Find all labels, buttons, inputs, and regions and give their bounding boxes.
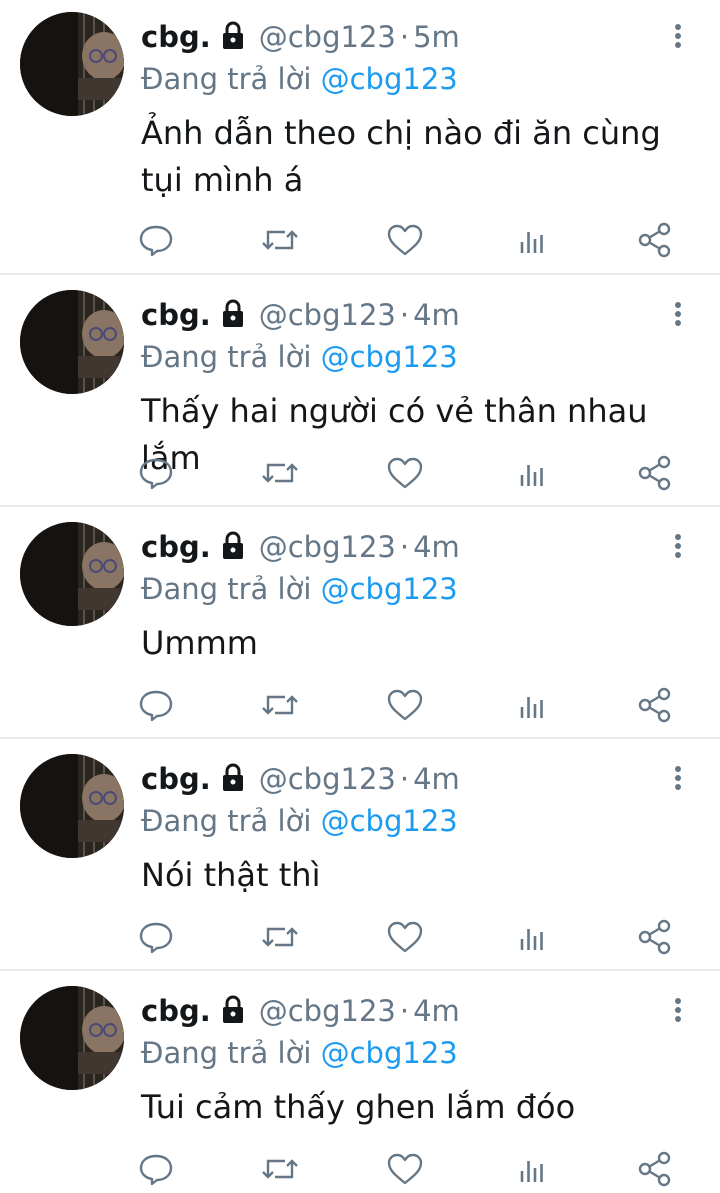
timestamp[interactable]: 5m bbox=[413, 20, 460, 54]
reply-prefix: Đang trả lời bbox=[141, 572, 312, 606]
share-icon[interactable] bbox=[633, 451, 677, 495]
lock-icon bbox=[217, 761, 249, 793]
timestamp[interactable]: 4m bbox=[413, 762, 460, 796]
tweet-header: cbg. @cbg123 · 5m bbox=[141, 17, 460, 57]
retweet-icon[interactable] bbox=[258, 451, 302, 495]
tweet-text: Ummm bbox=[141, 624, 258, 662]
tweet-actions bbox=[0, 451, 720, 497]
heart-icon[interactable] bbox=[383, 1147, 427, 1191]
reply-mention[interactable]: @cbg123 bbox=[321, 62, 458, 96]
separator: · bbox=[399, 994, 410, 1028]
share-icon[interactable] bbox=[633, 915, 677, 959]
reply-context: Đang trả lời @cbg123 bbox=[141, 336, 458, 378]
timestamp[interactable]: 4m bbox=[413, 530, 460, 564]
retweet-icon[interactable] bbox=[258, 1147, 302, 1191]
tweet-actions bbox=[0, 683, 720, 729]
heart-icon[interactable] bbox=[383, 683, 427, 727]
avatar[interactable] bbox=[20, 12, 124, 116]
handle[interactable]: @cbg123 bbox=[259, 994, 396, 1028]
handle[interactable]: @cbg123 bbox=[259, 762, 396, 796]
analytics-icon[interactable] bbox=[509, 915, 553, 959]
reply-icon[interactable] bbox=[134, 915, 178, 959]
more-vertical-icon[interactable] bbox=[664, 532, 692, 560]
tweet-text: Ảnh dẫn theo chị nào đi ăn cùng tụi mình… bbox=[141, 114, 661, 199]
retweet-icon[interactable] bbox=[258, 683, 302, 727]
tweet-text: Nói thật thì bbox=[141, 856, 321, 894]
tweet[interactable]: cbg. @cbg123 · 4m Đang trả lời @cbg123 Thấy… bbox=[0, 278, 720, 507]
separator: · bbox=[399, 762, 410, 796]
tweet[interactable]: cbg. @cbg123 · 5m Đang trả lời @cbg123 Ảnh … bbox=[0, 0, 720, 275]
reply-context: Đang trả lời @cbg123 bbox=[141, 568, 458, 610]
reply-mention[interactable]: @cbg123 bbox=[321, 572, 458, 606]
lock-icon bbox=[217, 529, 249, 561]
display-name[interactable]: cbg. bbox=[141, 994, 211, 1028]
heart-icon[interactable] bbox=[383, 218, 427, 262]
retweet-icon[interactable] bbox=[258, 218, 302, 262]
lock-icon bbox=[217, 297, 249, 329]
reply-icon[interactable] bbox=[134, 451, 178, 495]
retweet-icon[interactable] bbox=[258, 915, 302, 959]
more-vertical-icon[interactable] bbox=[664, 22, 692, 50]
share-icon[interactable] bbox=[633, 1147, 677, 1191]
display-name[interactable]: cbg. bbox=[141, 762, 211, 796]
tweet-header: cbg. @cbg123 · 4m bbox=[141, 759, 460, 799]
tweet-actions bbox=[0, 218, 720, 264]
display-name[interactable]: cbg. bbox=[141, 20, 211, 54]
reply-mention[interactable]: @cbg123 bbox=[321, 340, 458, 374]
heart-icon[interactable] bbox=[383, 915, 427, 959]
tweet-header: cbg. @cbg123 · 4m bbox=[141, 295, 460, 335]
lock-icon bbox=[217, 19, 249, 51]
tweet-actions bbox=[0, 915, 720, 961]
avatar[interactable] bbox=[20, 986, 124, 1090]
reply-icon[interactable] bbox=[134, 1147, 178, 1191]
reply-prefix: Đang trả lời bbox=[141, 62, 312, 96]
reply-context: Đang trả lời @cbg123 bbox=[141, 58, 458, 100]
avatar[interactable] bbox=[20, 754, 124, 858]
avatar[interactable] bbox=[20, 522, 124, 626]
analytics-icon[interactable] bbox=[509, 451, 553, 495]
reply-prefix: Đang trả lời bbox=[141, 340, 312, 374]
analytics-icon[interactable] bbox=[509, 218, 553, 262]
reply-icon[interactable] bbox=[134, 683, 178, 727]
display-name[interactable]: cbg. bbox=[141, 530, 211, 564]
lock-icon bbox=[217, 993, 249, 1025]
tweet-header: cbg. @cbg123 · 4m bbox=[141, 991, 460, 1031]
tweet[interactable]: cbg. @cbg123 · 4m Đang trả lời @cbg123 Ummm bbox=[0, 510, 720, 739]
tweet[interactable]: cbg. @cbg123 · 4m Đang trả lời @cbg123 Nói … bbox=[0, 742, 720, 971]
tweet-header: cbg. @cbg123 · 4m bbox=[141, 527, 460, 567]
display-name[interactable]: cbg. bbox=[141, 298, 211, 332]
tweet[interactable]: cbg. @cbg123 · 4m Đang trả lời @cbg123 Tui … bbox=[0, 974, 720, 1189]
more-vertical-icon[interactable] bbox=[664, 300, 692, 328]
analytics-icon[interactable] bbox=[509, 1147, 553, 1191]
reply-prefix: Đang trả lời bbox=[141, 804, 312, 838]
more-vertical-icon[interactable] bbox=[664, 764, 692, 792]
reply-mention[interactable]: @cbg123 bbox=[321, 1036, 458, 1070]
tweet-actions bbox=[0, 1147, 720, 1193]
reply-context: Đang trả lời @cbg123 bbox=[141, 800, 458, 842]
handle[interactable]: @cbg123 bbox=[259, 530, 396, 564]
reply-prefix: Đang trả lời bbox=[141, 1036, 312, 1070]
timestamp[interactable]: 4m bbox=[413, 994, 460, 1028]
reply-context: Đang trả lời @cbg123 bbox=[141, 1032, 458, 1074]
avatar[interactable] bbox=[20, 290, 124, 394]
handle[interactable]: @cbg123 bbox=[259, 20, 396, 54]
reply-mention[interactable]: @cbg123 bbox=[321, 804, 458, 838]
separator: · bbox=[399, 20, 410, 54]
separator: · bbox=[399, 298, 410, 332]
share-icon[interactable] bbox=[633, 218, 677, 262]
share-icon[interactable] bbox=[633, 683, 677, 727]
handle[interactable]: @cbg123 bbox=[259, 298, 396, 332]
timestamp[interactable]: 4m bbox=[413, 298, 460, 332]
heart-icon[interactable] bbox=[383, 451, 427, 495]
reply-icon[interactable] bbox=[134, 218, 178, 262]
more-vertical-icon[interactable] bbox=[664, 996, 692, 1024]
separator: · bbox=[399, 530, 410, 564]
analytics-icon[interactable] bbox=[509, 683, 553, 727]
tweet-text: Tui cảm thấy ghen lắm đóo bbox=[141, 1088, 576, 1126]
